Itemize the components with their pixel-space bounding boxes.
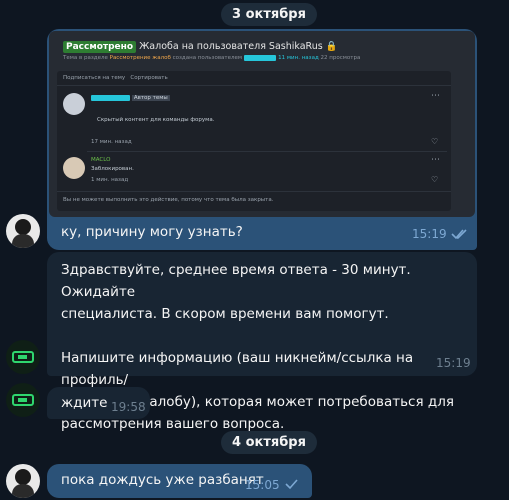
heart-icon[interactable]: ♡ <box>431 175 438 184</box>
message-time: 19:58 <box>111 400 146 414</box>
post-menu-icon[interactable]: ⋯ <box>431 91 440 101</box>
closed-thread-note: Вы не можете выполнить это действие, пот… <box>63 197 274 203</box>
lock-icon: 🔒 <box>325 41 338 52</box>
date-separator: 4 октября <box>221 431 317 454</box>
subscribe-link[interactable]: Подписаться на тему <box>63 75 125 81</box>
date-separator: 3 октября <box>221 3 317 26</box>
message-text: ку, причину могу узнать? <box>61 224 243 240</box>
posts-panel: Подписаться на тему Сортировать xxxxxxxx… <box>57 71 451 211</box>
post-author-avatar <box>63 93 85 115</box>
post-username: MACLO <box>91 157 111 163</box>
message-bubble-outgoing[interactable]: пока дождусь уже разбанят 15:05 <box>47 464 312 498</box>
message-time: 15:05 <box>245 478 280 492</box>
heart-icon[interactable]: ♡ <box>431 137 438 146</box>
thread-meta: Тема в разделе Рассмотрение жалоб создан… <box>63 55 361 61</box>
check-icon <box>285 479 298 490</box>
post-time: 1 мин. назад <box>91 177 129 183</box>
sort-link[interactable]: Сортировать <box>130 75 167 81</box>
double-check-icon <box>451 229 467 240</box>
message-time: 15:19 <box>436 356 471 370</box>
message-bubble-outgoing[interactable]: Рассмотрено Жалоба на пользователя Sashi… <box>47 29 477 250</box>
post-text: Заблокирован. <box>91 166 134 172</box>
message-text: пока дождусь уже разбанят <box>61 472 264 488</box>
author-badge: Автор темы <box>131 95 170 101</box>
screenshot-title: Рассмотрено Жалоба на пользователя Sashi… <box>63 41 338 53</box>
post-menu-icon[interactable]: ⋯ <box>431 155 440 165</box>
thread-title: Жалоба на пользователя SashikaRus <box>139 41 323 52</box>
post-text: Скрытый контент для команды форума. <box>97 117 215 123</box>
message-text: ждите <box>61 395 108 411</box>
forum-screenshot-image[interactable]: Рассмотрено Жалоба на пользователя Sashi… <box>49 31 475 217</box>
user-avatar[interactable] <box>6 214 40 248</box>
user-avatar[interactable] <box>6 464 40 498</box>
message-time: 15:19 <box>412 227 447 241</box>
post-author-avatar <box>63 157 85 179</box>
status-badge: Рассмотрено <box>63 41 137 53</box>
message-bubble-incoming[interactable]: ждите 19:58 <box>47 387 150 419</box>
support-avatar[interactable] <box>6 340 40 374</box>
message-bubble-incoming[interactable]: Здравствуйте, среднее время ответа - 30 … <box>47 252 477 432</box>
post-time: 17 мин. назад <box>91 139 132 145</box>
support-avatar[interactable] <box>6 383 40 417</box>
